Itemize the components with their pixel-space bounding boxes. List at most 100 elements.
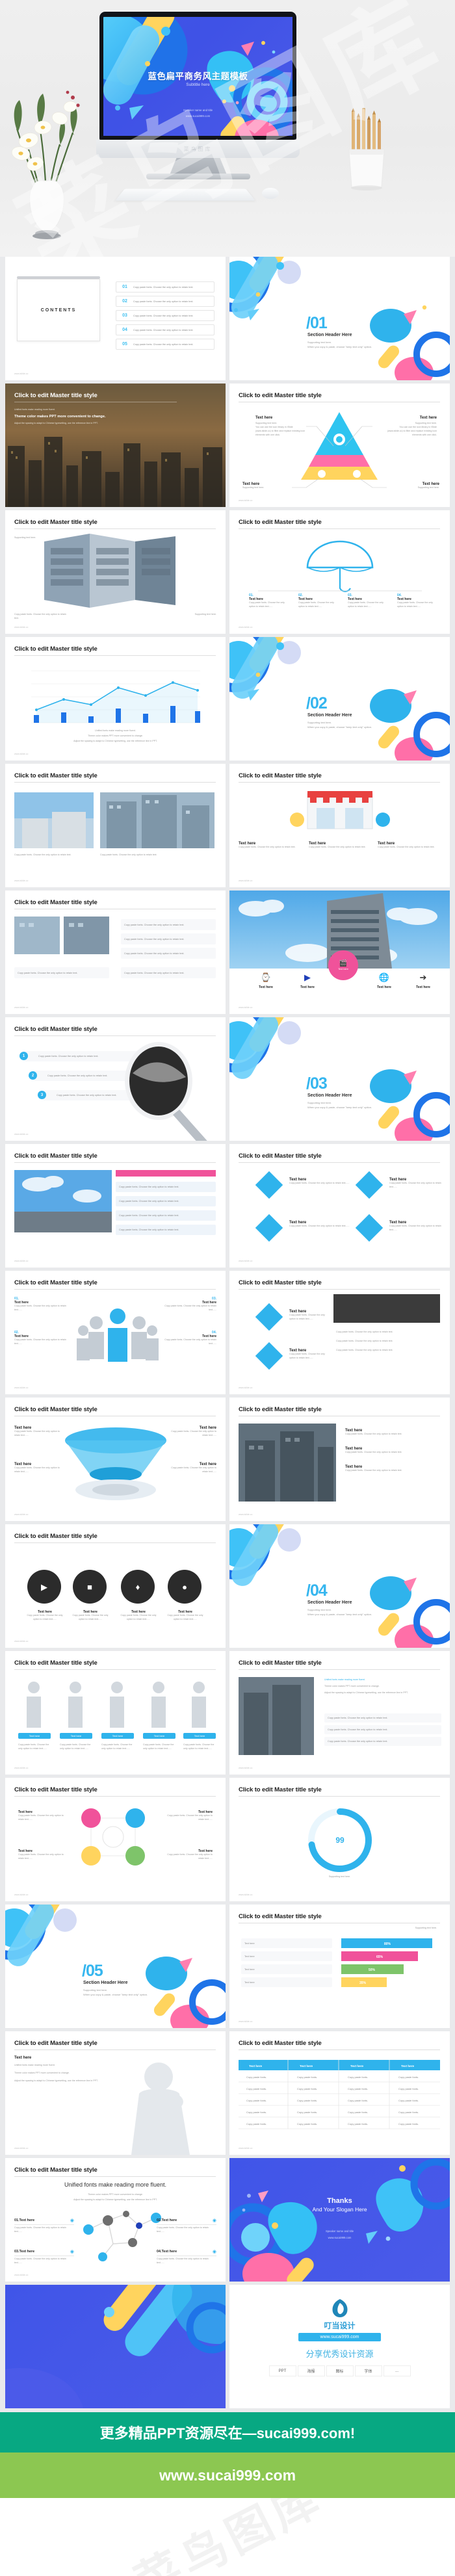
item-tag[interactable]: Text here xyxy=(183,1733,216,1739)
item-body: Copy paste fonts. Choose the only option… xyxy=(298,601,334,608)
slide-umbrella-infographic[interactable]: Click to edit Master title style 01. Tex… xyxy=(229,510,450,634)
svg-text:80%: 80% xyxy=(384,1942,391,1946)
item-body: Supporting text here. xyxy=(242,486,265,489)
slide-line-chart[interactable]: Click to edit Master title style Unified… xyxy=(5,637,226,761)
item-tag[interactable]: Text here xyxy=(60,1733,92,1739)
item-body: Copy paste fonts. Choose the only option… xyxy=(157,2257,209,2264)
chip-text: Copy paste fonts. Choose the only option… xyxy=(47,1074,108,1077)
slide-photo-bullets[interactable]: Click to edit Master title style Unified… xyxy=(229,1651,450,1775)
slide-thinker[interactable]: Click to edit Master title style Text he… xyxy=(5,2031,226,2155)
caption: Supporting text here. xyxy=(14,536,36,539)
brand-tag[interactable]: 海报 xyxy=(297,2365,325,2376)
slide-photo-checklist[interactable]: Click to edit Master title style Text he… xyxy=(229,1398,450,1521)
svg-text:Copy paste fonts.: Copy paste fonts. xyxy=(398,2075,419,2079)
section-supporting-text: Supporting text here. When you copy & pa… xyxy=(307,1608,372,1616)
slide-two-photos[interactable]: Click to edit Master title style Copy pa… xyxy=(5,764,226,887)
list-item[interactable]: 03 Copy paste fonts. Choose the only opt… xyxy=(116,310,214,321)
slide-buildings-chips[interactable]: Click to edit Master title style Copy pa… xyxy=(5,891,226,1014)
item-tag[interactable]: Text here xyxy=(18,1733,51,1739)
icon-item[interactable]: 🌐 Text here xyxy=(365,972,404,989)
slide-people-figures[interactable]: Click to edit Master title style 01. Tex… xyxy=(5,1271,226,1394)
item-tag[interactable]: Text here xyxy=(101,1733,134,1739)
slide-footer-url: www.islide.cc xyxy=(14,1260,29,1262)
slide-section-02[interactable]: /02 Section Header Here Supporting text … xyxy=(229,637,450,761)
brand-tag[interactable]: ... xyxy=(383,2365,411,2376)
slide-table[interactable]: Click to edit Master title style Text he… xyxy=(229,2031,450,2155)
slide-circle-icons[interactable]: Click to edit Master title style ▶ ■ ♦ ● T… xyxy=(5,1524,226,1648)
slide-section-03[interactable]: /03 Section Header Here Supporting text … xyxy=(229,1017,450,1141)
slide-molecule[interactable]: Click to edit Master title style Unified… xyxy=(5,2158,226,2282)
slide-magnifier[interactable]: Click to edit Master title style Copy pa… xyxy=(5,1017,226,1141)
caption: Copy paste fonts. Choose the only option… xyxy=(14,613,66,619)
slide-footer-url: www.islide.cc xyxy=(239,1893,253,1896)
brand-url-badge[interactable]: www.sucai999.com xyxy=(298,2333,382,2341)
item-body: Copy paste fonts. Choose the only option… xyxy=(27,1614,63,1620)
item-tag[interactable]: Text here xyxy=(143,1733,176,1739)
slide-donut-chart[interactable]: Click to edit Master title style 99 Supp… xyxy=(229,1778,450,1901)
slide-section-01[interactable]: /01 Section Header Here Supporting text … xyxy=(229,257,450,380)
caption: Supporting text here. xyxy=(194,613,216,616)
slide-sky-panel[interactable]: Click to edit Master title style Copy pa… xyxy=(5,1144,226,1268)
slide-perspective-photos[interactable]: Click to edit Master title style Support… xyxy=(5,510,226,634)
text-chip[interactable]: Copy paste fonts. Choose the only option… xyxy=(25,1051,161,1061)
text-chip[interactable]: Copy paste fonts. Choose the only option… xyxy=(324,1725,441,1734)
icon-item[interactable]: ⌚ Text here xyxy=(246,972,285,989)
text-chip[interactable]: Copy paste fonts. Choose the only option… xyxy=(34,1071,170,1081)
slide-dark-photo-diamonds[interactable]: Click to edit Master title style Text he… xyxy=(229,1271,450,1394)
item-body: Copy paste fonts. Choose the only option… xyxy=(14,2257,66,2264)
slide-section-04[interactable]: /04 Section Header Here Supporting text … xyxy=(229,1524,450,1648)
item-text: Copy paste fonts. Choose the only option… xyxy=(133,343,194,346)
item-body: Copy paste fonts. Choose the only option… xyxy=(289,1225,350,1227)
icon-item[interactable]: ▶ Text here xyxy=(288,972,327,989)
slide-brand-card[interactable]: 叮当设计 www.sucai999.com 分享优秀设计资源 PPT 海报 图标… xyxy=(229,2285,450,2408)
brand-tag[interactable]: 字体 xyxy=(354,2365,382,2376)
site-banner[interactable]: www.sucai999.com xyxy=(0,2452,455,2498)
slide-triangle-infographic[interactable]: Click to edit Master title style Text he… xyxy=(229,384,450,507)
slide-footer-url: www.islide.cc xyxy=(14,1386,29,1389)
text-chip[interactable]: Copy paste fonts. Choose the only option… xyxy=(324,1713,441,1723)
svg-text:Text here: Text here xyxy=(401,2064,415,2068)
icon-item[interactable]: ➔ Text here xyxy=(404,972,443,989)
list-item[interactable]: 04 Copy paste fonts. Choose the only opt… xyxy=(116,324,214,335)
slide-sky-building-icons[interactable]: 🎬 Text here ⌚ Text here ▶ Text here 🌐 Te… xyxy=(229,891,450,1014)
slide-silhouette-row[interactable]: Click to edit Master title style Text he… xyxy=(5,1651,226,1775)
slide-city-photo[interactable]: Click to edit Master title style Unified… xyxy=(5,384,226,507)
highlight-icon-bubble[interactable]: 🎬 Text here xyxy=(328,950,358,980)
chip-text: Copy paste fonts. Choose the only option… xyxy=(328,1717,388,1719)
globe-icon: 🌐 xyxy=(378,972,390,982)
slide-bar-chart[interactable]: Click to edit Master title style Support… xyxy=(229,1905,450,2028)
hero-url: www.sucai999.com xyxy=(185,114,211,118)
slide-diamond-layout[interactable]: Click to edit Master title style Text he… xyxy=(229,1144,450,1268)
brand-tag[interactable]: PPT xyxy=(268,2365,296,2376)
slide-section-05[interactable]: /05 Section Header Here Supporting text … xyxy=(5,1905,226,2028)
text-chip[interactable]: Copy paste fonts. Choose the only option… xyxy=(324,1737,441,1746)
hero-subtitle: Subtitle here xyxy=(186,83,210,87)
slide-footer-url: www.islide.cc xyxy=(14,879,29,882)
text-chip[interactable]: Copy paste fonts. Choose the only option… xyxy=(43,1090,179,1100)
text-chip[interactable]: Copy paste fonts. Choose the only option… xyxy=(121,967,216,978)
site-banner-text: www.sucai999.com xyxy=(159,2466,296,2484)
list-item[interactable]: 02 Copy paste fonts. Choose the only opt… xyxy=(116,296,214,307)
text-chip[interactable]: Copy paste fonts. Choose the only option… xyxy=(121,948,216,959)
text-chip[interactable]: Copy paste fonts. Choose the only option… xyxy=(116,1196,216,1206)
slide-circle-cluster[interactable]: Click to edit Master title style Text he… xyxy=(5,1778,226,1901)
slide-shop-illustration[interactable]: Click to edit Master title style Text he… xyxy=(229,764,450,887)
list-item[interactable]: 05 Copy paste fonts. Choose the only opt… xyxy=(116,339,214,350)
slide-footer-url: www.islide.cc xyxy=(14,1640,29,1643)
slide-contents[interactable]: CONTENTS 01 Copy paste fonts. Choose the… xyxy=(5,257,226,380)
text-chip[interactable]: Copy paste fonts. Choose the only option… xyxy=(116,1182,216,1192)
text-chip[interactable]: Copy paste fonts. Choose the only option… xyxy=(121,919,216,930)
slide-footer-url: www.islide.cc xyxy=(239,1386,253,1389)
text-chip[interactable]: Copy paste fonts. Choose the only option… xyxy=(14,967,109,978)
text-chip[interactable]: Copy paste fonts. Choose the only option… xyxy=(116,1225,216,1235)
svg-text:Copy paste fonts.: Copy paste fonts. xyxy=(398,2087,419,2090)
slide-thanks[interactable]: Thanks And Your Slogan Here Speaker name… xyxy=(229,2158,450,2282)
text-chip[interactable]: Copy paste fonts. Choose the only option… xyxy=(116,1210,216,1221)
list-item[interactable]: 01 Copy paste fonts. Choose the only opt… xyxy=(116,281,214,293)
brand-tag[interactable]: 图标 xyxy=(326,2365,354,2376)
monitor-mockup: 蓝色扁平商务风主题模板 Subtitle here Speaker name a… xyxy=(96,12,300,181)
text-chip[interactable]: Copy paste fonts. Choose the only option… xyxy=(121,933,216,944)
slide-funnel[interactable]: Click to edit Master title style Text he… xyxy=(5,1398,226,1521)
slide-blue-decorative[interactable] xyxy=(5,2285,226,2408)
svg-text:Copy paste fonts.: Copy paste fonts. xyxy=(297,2075,317,2079)
